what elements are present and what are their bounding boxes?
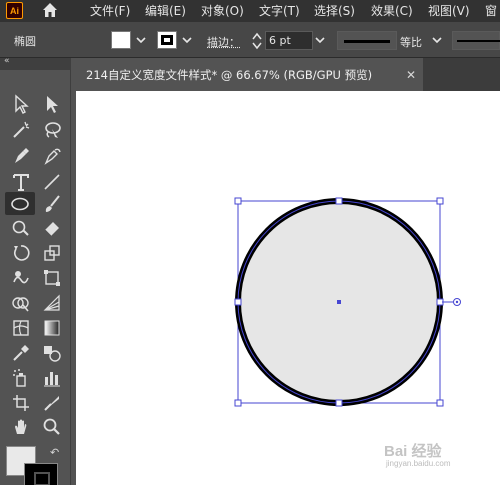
pen-tool-icon[interactable]	[8, 144, 34, 167]
chevron-down-icon[interactable]	[431, 34, 443, 46]
bbox-handle-br[interactable]	[436, 399, 444, 407]
artwork	[234, 197, 461, 407]
menu-object[interactable]: 对象(O)	[201, 0, 244, 22]
bbox-handle-tc[interactable]	[335, 197, 343, 205]
profile-line	[344, 40, 390, 43]
stroke-weight-input[interactable]: 6 pt	[265, 31, 313, 50]
stroke-swatch[interactable]	[157, 31, 177, 49]
bbox-handle-tl[interactable]	[234, 197, 242, 205]
home-icon[interactable]	[41, 1, 59, 19]
watermark-sub: jingyan.baidu.com	[386, 459, 451, 468]
blend-tool-icon[interactable]	[39, 341, 65, 364]
close-icon[interactable]: ✕	[406, 68, 416, 82]
menu-edit[interactable]: 编辑(E)	[145, 0, 186, 22]
perspective-grid-tool-icon[interactable]	[39, 291, 65, 314]
menu-file[interactable]: 文件(F)	[90, 0, 130, 22]
stroke-label[interactable]: 描边：	[207, 34, 240, 50]
brush-dropdown[interactable]	[452, 31, 500, 50]
chevron-down-icon[interactable]	[135, 34, 147, 46]
center-point	[337, 300, 341, 304]
rotate-tool-icon[interactable]	[8, 241, 34, 264]
baidu-jingyan-watermark: Bai 经验 jingyan.baidu.com	[384, 440, 496, 470]
chevron-down-icon[interactable]	[314, 34, 326, 46]
symbol-sprayer-tool-icon[interactable]	[8, 366, 34, 389]
warp-tool-icon[interactable]	[8, 266, 34, 289]
artboard-canvas[interactable]	[76, 91, 500, 485]
menu-select[interactable]: 选择(S)	[314, 0, 355, 22]
free-transform-tool-icon[interactable]	[39, 266, 65, 289]
magic-wand-tool-icon[interactable]	[8, 118, 34, 141]
menu-view[interactable]: 视图(V)	[428, 0, 470, 22]
menu-bar: Ai 文件(F) 编辑(E) 对象(O) 文字(T) 选择(S) 效果(C) 视…	[0, 0, 500, 22]
stroke-swatch-inner	[161, 35, 173, 45]
brush-line	[457, 40, 500, 42]
illustrator-window: Ai 文件(F) 编辑(E) 对象(O) 文字(T) 选择(S) 效果(C) 视…	[0, 0, 500, 485]
menu-type[interactable]: 文字(T)	[259, 0, 300, 22]
eyedropper-tool-icon[interactable]	[8, 341, 34, 364]
selection-tool-icon[interactable]	[8, 92, 34, 115]
menu-effect[interactable]: 效果(C)	[371, 0, 413, 22]
zoom-tool-icon[interactable]	[39, 415, 65, 438]
scale-tool-icon[interactable]	[39, 241, 65, 264]
swap-fill-stroke-icon[interactable]: ↶	[50, 446, 59, 459]
direct-selection-tool-icon[interactable]	[39, 92, 65, 115]
bbox-handle-bc[interactable]	[335, 399, 343, 407]
brush-definition-label: 等比	[400, 36, 422, 49]
curvature-tool-icon[interactable]	[39, 144, 65, 167]
document-tab[interactable]: 214自定义宽度文件样式* @ 66.67% (RGB/GPU 预览) ✕	[76, 58, 423, 91]
stroke-color-box[interactable]	[24, 463, 58, 485]
document-tab-bar: 214自定义宽度文件样式* @ 66.67% (RGB/GPU 预览) ✕	[76, 58, 500, 91]
paintbrush-tool-icon[interactable]	[39, 192, 65, 215]
lasso-tool-icon[interactable]	[39, 118, 65, 141]
stroke-stepper-icon[interactable]	[251, 31, 263, 51]
ellipse-tool-icon[interactable]	[5, 192, 35, 215]
artboard-tool-icon[interactable]	[8, 391, 34, 414]
bbox-handle-bl[interactable]	[234, 399, 242, 407]
eraser-tool-icon[interactable]	[39, 216, 65, 239]
column-graph-tool-icon[interactable]	[39, 366, 65, 389]
variable-width-profile-dropdown[interactable]	[337, 31, 397, 50]
menu-window[interactable]: 窗	[485, 0, 497, 22]
gradient-tool-icon[interactable]	[39, 316, 65, 339]
slice-tool-icon[interactable]	[39, 391, 65, 414]
collapse-icon[interactable]: «	[4, 56, 10, 66]
watermark-main: Bai 经验	[384, 443, 442, 460]
control-bar: 椭圆 描边： 6 pt 等比	[0, 22, 500, 58]
type-tool-icon[interactable]	[8, 170, 34, 193]
shape-builder-tool-icon[interactable]	[8, 291, 34, 314]
stroke-color-inner	[34, 472, 50, 485]
pie-widget-dot	[455, 300, 459, 304]
chevron-down-icon[interactable]	[181, 34, 193, 46]
tools-panel: « ↶	[0, 56, 71, 485]
bbox-handle-tr[interactable]	[436, 197, 444, 205]
app-logo: Ai	[6, 2, 23, 19]
fill-swatch[interactable]	[111, 31, 131, 49]
mesh-tool-icon[interactable]	[8, 316, 34, 339]
document-title: 214自定义宽度文件样式* @ 66.67% (RGB/GPU 预览)	[86, 68, 373, 82]
bbox-handle-ml[interactable]	[234, 298, 242, 306]
shaper-tool-icon[interactable]	[8, 216, 34, 239]
tools-panel-header: «	[0, 56, 71, 70]
line-segment-tool-icon[interactable]	[39, 170, 65, 193]
hand-tool-icon[interactable]	[8, 415, 34, 438]
selected-object-type: 椭圆	[14, 35, 36, 48]
